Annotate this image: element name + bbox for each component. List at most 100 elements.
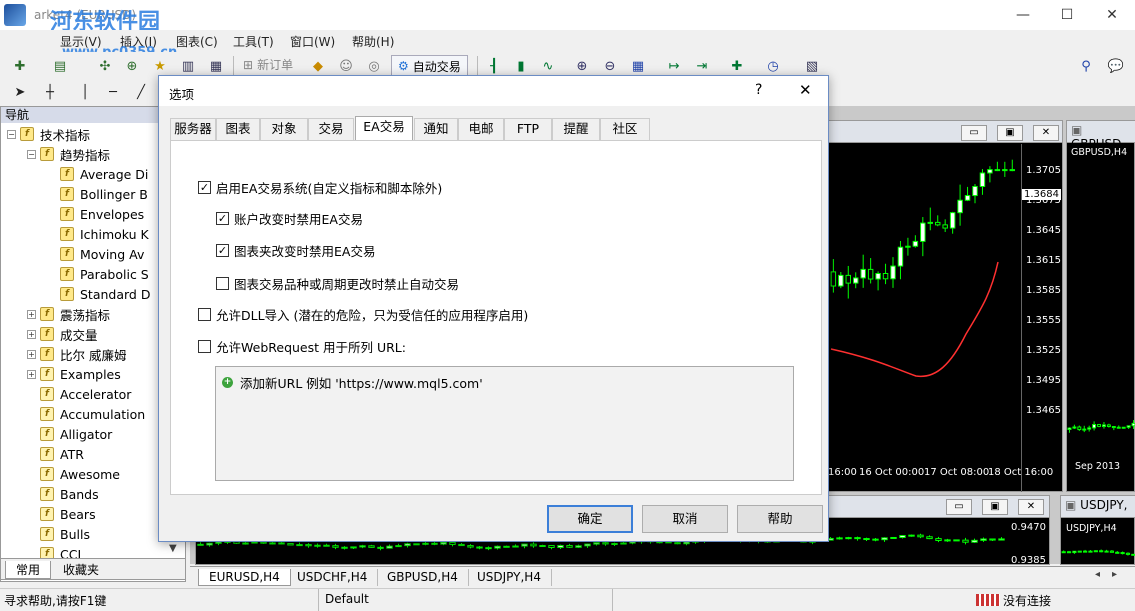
tree-item[interactable]: f Alligator — [7, 424, 183, 444]
tab-ftp[interactable]: FTP — [504, 118, 552, 140]
menu-charts[interactable]: 图表(C) — [176, 33, 218, 50]
nav-tab-favorites[interactable]: 收藏夹 — [53, 561, 109, 579]
allow-webrequest-option[interactable]: 允许WebRequest 用于所列 URL: — [198, 337, 406, 356]
periods-icon[interactable]: ◷ — [763, 56, 783, 76]
chart-shift-icon[interactable]: ⇥ — [692, 56, 712, 76]
chart-minimize-button[interactable]: ▭ — [946, 499, 972, 515]
disable-on-profile-checkbox[interactable]: ✓ — [216, 244, 229, 257]
tab-email[interactable]: 电邮 — [458, 118, 504, 140]
search-icon[interactable]: ⚲ — [1076, 56, 1096, 76]
indicators-icon[interactable]: ✚ — [727, 56, 747, 76]
close-window-button[interactable]: ✕ — [1089, 0, 1135, 30]
tree-item[interactable]: f Accumulation — [7, 404, 183, 424]
enable-ea-checkbox[interactable]: ✓ — [198, 181, 211, 194]
tree-item[interactable]: f Parabolic S — [7, 264, 183, 284]
tree-item[interactable]: + f 震荡指标 — [7, 304, 183, 324]
tab-server[interactable]: 服务器 — [170, 118, 216, 140]
expand-icon[interactable]: + — [27, 349, 36, 359]
tab-objects[interactable]: 对象 — [260, 118, 308, 140]
tree-item[interactable]: f Bollinger B — [7, 184, 183, 204]
tab-scroll-right-icon[interactable]: ▸ — [1112, 569, 1117, 580]
candlestick-icon[interactable]: ▮ — [511, 56, 531, 76]
data-window-icon[interactable]: ⊕ — [122, 56, 142, 76]
usdjpy-chart-window[interactable]: ▣ USDJPY, USDJPY,H4 — [1060, 495, 1135, 565]
tile-windows-icon[interactable]: ▦ — [628, 56, 648, 76]
nav-tab-common[interactable]: 常用 — [5, 561, 52, 579]
menu-window[interactable]: 窗口(W) — [290, 33, 335, 50]
chat-icon[interactable]: 💬 — [1106, 56, 1126, 76]
collapse-icon[interactable]: − — [27, 149, 36, 159]
new-order-button[interactable]: ⊞ 新订单 — [243, 56, 293, 73]
allow-dll-option[interactable]: 允许DLL导入 (潜在的危险，只为受信任的应用程序启用) — [198, 305, 528, 324]
gbpusd-chart-window[interactable]: ▣ GBPUSD GBPUSD,H4 Sep 2013 — [1066, 120, 1135, 492]
crosshair-icon[interactable]: ┼ — [40, 82, 60, 102]
zoom-out-icon[interactable]: ⊖ — [600, 56, 620, 76]
chart-minimize-button[interactable]: ▭ — [961, 125, 987, 141]
tab-charts[interactable]: 图表 — [216, 118, 260, 140]
tree-item[interactable]: + f 比尔 威廉姆 — [7, 344, 183, 364]
tree-item[interactable]: f Ichimoku K — [7, 224, 183, 244]
tree-item[interactable]: f Envelopes — [7, 204, 183, 224]
disable-on-account-checkbox[interactable]: ✓ — [216, 212, 229, 225]
tree-item[interactable]: f Bulls — [7, 524, 183, 544]
tab-expert-advisors[interactable]: EA交易 — [355, 116, 413, 141]
add-url-item[interactable]: + 添加新URL 例如 'https://www.mql5.com' — [222, 373, 483, 392]
tree-item[interactable]: − f 技术指标 — [7, 124, 183, 144]
allow-dll-checkbox[interactable] — [198, 308, 211, 321]
expand-icon[interactable]: + — [27, 309, 36, 319]
bar-chart-icon[interactable]: ┨ — [484, 56, 504, 76]
chart-maximize-button[interactable]: ▣ — [997, 125, 1023, 141]
tree-item[interactable]: + f 成交量 — [7, 324, 183, 344]
disable-on-profile-option[interactable]: ✓ 图表夹改变时禁用EA交易 — [216, 241, 375, 260]
cancel-button[interactable]: 取消 — [642, 505, 728, 533]
collapse-icon[interactable]: − — [7, 129, 16, 139]
chart-tab-gbpusd[interactable]: GBPUSD,H4 — [377, 569, 469, 586]
signals-icon[interactable]: ☺ — [336, 56, 356, 76]
chart-close-button[interactable]: ✕ — [1033, 125, 1059, 141]
navigator-icon[interactable]: ★ — [150, 56, 170, 76]
tab-trade[interactable]: 交易 — [308, 118, 354, 140]
market-watch-icon[interactable]: ✣ — [95, 56, 115, 76]
tree-item[interactable]: f Standard D — [7, 284, 183, 304]
help-button[interactable]: 帮助 — [737, 505, 823, 533]
tree-item[interactable]: f ATR — [7, 444, 183, 464]
cursor-icon[interactable]: ➤ — [10, 82, 30, 102]
expand-icon[interactable]: + — [27, 369, 36, 379]
auto-trading-button[interactable]: ⚙ 自动交易 — [391, 55, 468, 77]
tree-item[interactable]: f Average Di — [7, 164, 183, 184]
metaeditor-icon[interactable]: ◆ — [308, 56, 328, 76]
tree-item[interactable]: f Bears — [7, 504, 183, 524]
templates-icon[interactable]: ▧ — [802, 56, 822, 76]
horizontal-line-icon[interactable]: ─ — [103, 82, 123, 102]
vertical-line-icon[interactable]: │ — [75, 82, 95, 102]
zoom-in-icon[interactable]: ⊕ — [572, 56, 592, 76]
disable-on-account-option[interactable]: ✓ 账户改变时禁用EA交易 — [216, 209, 363, 228]
menu-tools[interactable]: 工具(T) — [233, 33, 274, 50]
line-chart-icon[interactable]: ∿ — [538, 56, 558, 76]
tab-community[interactable]: 社区 — [600, 118, 650, 140]
disable-on-symbol-checkbox[interactable] — [216, 277, 229, 290]
chart-tab-usdjpy[interactable]: USDJPY,H4 — [467, 569, 552, 586]
terminal-icon[interactable]: ▥ — [178, 56, 198, 76]
new-chart-icon[interactable]: ✚ — [10, 56, 30, 76]
chart-tab-eurusd[interactable]: EURUSD,H4 — [198, 569, 291, 586]
allow-webrequest-checkbox[interactable] — [198, 340, 211, 353]
dialog-close-button[interactable]: ✕ — [799, 81, 812, 99]
radio-icon[interactable]: ◎ — [364, 56, 384, 76]
maximize-button[interactable]: ☐ — [1044, 0, 1090, 30]
menu-help[interactable]: 帮助(H) — [352, 33, 394, 50]
autoscroll-icon[interactable]: ↦ — [664, 56, 684, 76]
tab-alerts[interactable]: 提醒 — [552, 118, 600, 140]
tree-item[interactable]: f Moving Av — [7, 244, 183, 264]
tester-icon[interactable]: ▦ — [206, 56, 226, 76]
chart-maximize-button[interactable]: ▣ — [982, 499, 1008, 515]
ok-button[interactable]: 确定 — [547, 505, 633, 533]
tab-scroll-left-icon[interactable]: ◂ — [1095, 569, 1100, 580]
tree-item[interactable]: f Bands — [7, 484, 183, 504]
chart-tab-usdchf[interactable]: USDCHF,H4 — [287, 569, 379, 586]
tree-item[interactable]: + f Examples — [7, 364, 183, 384]
tree-item[interactable]: f Awesome — [7, 464, 183, 484]
scroll-down-icon[interactable]: ▼ — [169, 543, 177, 554]
expand-icon[interactable]: + — [27, 329, 36, 339]
minimize-button[interactable]: — — [1000, 0, 1046, 30]
